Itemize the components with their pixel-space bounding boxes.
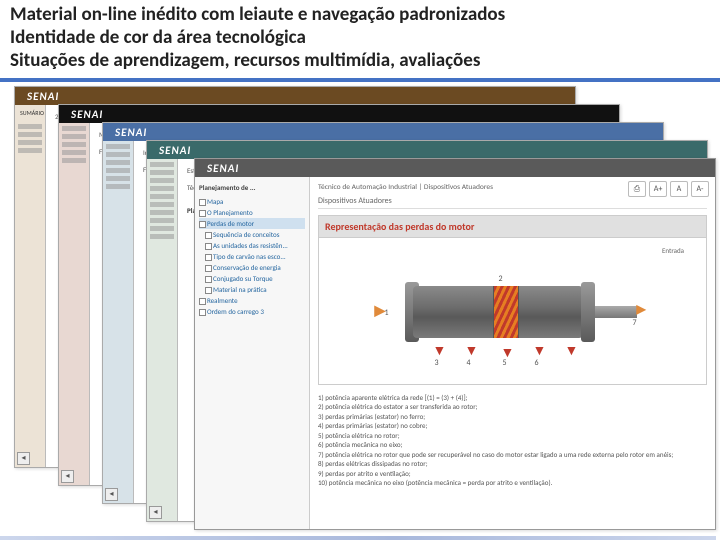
nav-item[interactable]: Conservação de energia — [199, 262, 305, 273]
diagram-number: 1 — [385, 308, 389, 318]
legend-line: 5) potência elétrica no rotor; — [318, 431, 707, 440]
diagram-number: 7 — [633, 318, 637, 328]
brand-bar: SENAI — [147, 141, 707, 159]
nav-item[interactable]: O Planejamento — [199, 207, 305, 218]
nav-item[interactable]: Sequência de conceitos — [199, 229, 305, 240]
title-line-2: Identidade de cor da área tecnológica — [10, 27, 710, 50]
figure-card: Representação das perdas do motor Entrad… — [318, 215, 707, 385]
scroll-left-icon[interactable]: ◂ — [105, 488, 118, 501]
bottom-timeline-bar — [0, 536, 716, 540]
legend-line: 4) perdas primárias (estator) no cobre; — [318, 421, 707, 430]
figure-body: Entrada ▶ ▶ ▼ ▼ ▼ ▼ — [318, 237, 707, 385]
diagram-number: 4 — [467, 358, 471, 368]
font-reset-button[interactable]: A — [670, 181, 688, 197]
scroll-left-icon[interactable]: ◂ — [17, 452, 30, 465]
title-line-3: Situações de aprendizagem, recursos mult… — [10, 50, 710, 73]
arrow-output-icon: ▶ — [637, 302, 646, 317]
arrow-loss-icon: ▼ — [465, 342, 479, 359]
nav-header: Planejamento de ... — [199, 183, 305, 192]
nav-tree-stub — [103, 141, 134, 504]
diagram-number: 5 — [503, 358, 507, 368]
font-decrease-button[interactable]: A- — [691, 181, 709, 197]
arrow-loss-icon: ▼ — [565, 342, 579, 359]
scroll-left-icon[interactable]: ◂ — [149, 506, 162, 519]
legend-line: 9) perdas por atrito e ventilação; — [318, 469, 707, 478]
legend-line: 1) potência aparente elétrica da rede [(… — [318, 393, 707, 402]
slide-title-block: Material on-line inédito com leiaute e n… — [0, 0, 720, 82]
legend-line: 8) perdas elétricas dissipadas no rotor; — [318, 459, 707, 468]
nav-item[interactable]: Ordem do carrego 3 — [199, 306, 305, 317]
figure-entrada-label: Entrada — [662, 246, 684, 255]
nav-tree-stub — [147, 159, 178, 522]
lesson-nav-tree: Planejamento de ... MapaO PlanejamentoPe… — [195, 177, 310, 529]
legend-line: 6) potência mecânica no eixo; — [318, 440, 707, 449]
stacked-window-5-active: SENAI Planejamento de ... MapaO Planejam… — [194, 158, 716, 530]
brand-bar: SENAI — [15, 87, 575, 105]
nav-item[interactable]: Mapa — [199, 196, 305, 207]
nav-item[interactable]: Realmente — [199, 295, 305, 306]
nav-item[interactable]: Conjugado su Torque — [199, 273, 305, 284]
legend-line: 2) potência elétrica do estator a ser tr… — [318, 402, 707, 411]
title-line-1: Material on-line inédito com leiaute e n… — [10, 4, 710, 27]
nav-tree-stub: SUMÁRIO — [15, 105, 46, 468]
print-icon[interactable]: ⎙ — [628, 181, 646, 197]
legend-line: 7) potência elétrica no rotor que pode s… — [318, 450, 707, 459]
nav-tree-stub — [59, 123, 90, 486]
nav-item[interactable]: As unidades das resistên... — [199, 240, 305, 251]
legend-line: 3) perdas primárias (estator) no ferro; — [318, 412, 707, 421]
motor-diagram: ▶ ▶ ▼ ▼ ▼ ▼ ▼ 1 2 3 4 5 6 — [373, 258, 653, 368]
nav-item[interactable]: Material na prática — [199, 284, 305, 295]
nav-item[interactable]: Tipo de carvão nas esco... — [199, 251, 305, 262]
screenshot-stack: SENAI SUMÁRIO 21 ◂ SENAI Módulo Funda...… — [0, 86, 720, 540]
content-tab[interactable]: Dispositivos Atuadores — [318, 196, 707, 209]
diagram-number: 2 — [499, 274, 503, 284]
font-size-tools: ⎙ A+ A A- — [628, 181, 709, 197]
arrow-loss-icon: ▼ — [533, 342, 547, 359]
arrow-loss-icon: ▼ — [433, 342, 447, 359]
figure-legend: 1) potência aparente elétrica da rede [(… — [318, 393, 707, 487]
lesson-content-pane: ⎙ A+ A A- Técnico de Automação Industria… — [310, 177, 715, 529]
font-increase-button[interactable]: A+ — [649, 181, 667, 197]
nav-item[interactable]: Perdas de motor — [199, 218, 305, 229]
brand-bar: SENAI — [103, 123, 663, 141]
diagram-number: 6 — [535, 358, 539, 368]
scroll-left-icon[interactable]: ◂ — [61, 470, 74, 483]
legend-line: 10) potência mecânica no eixo (potência … — [318, 478, 707, 487]
diagram-number: 3 — [435, 358, 439, 368]
brand-bar: SENAI — [59, 105, 619, 123]
figure-title: Representação das perdas do motor — [318, 215, 707, 237]
brand-bar: SENAI — [195, 159, 715, 177]
